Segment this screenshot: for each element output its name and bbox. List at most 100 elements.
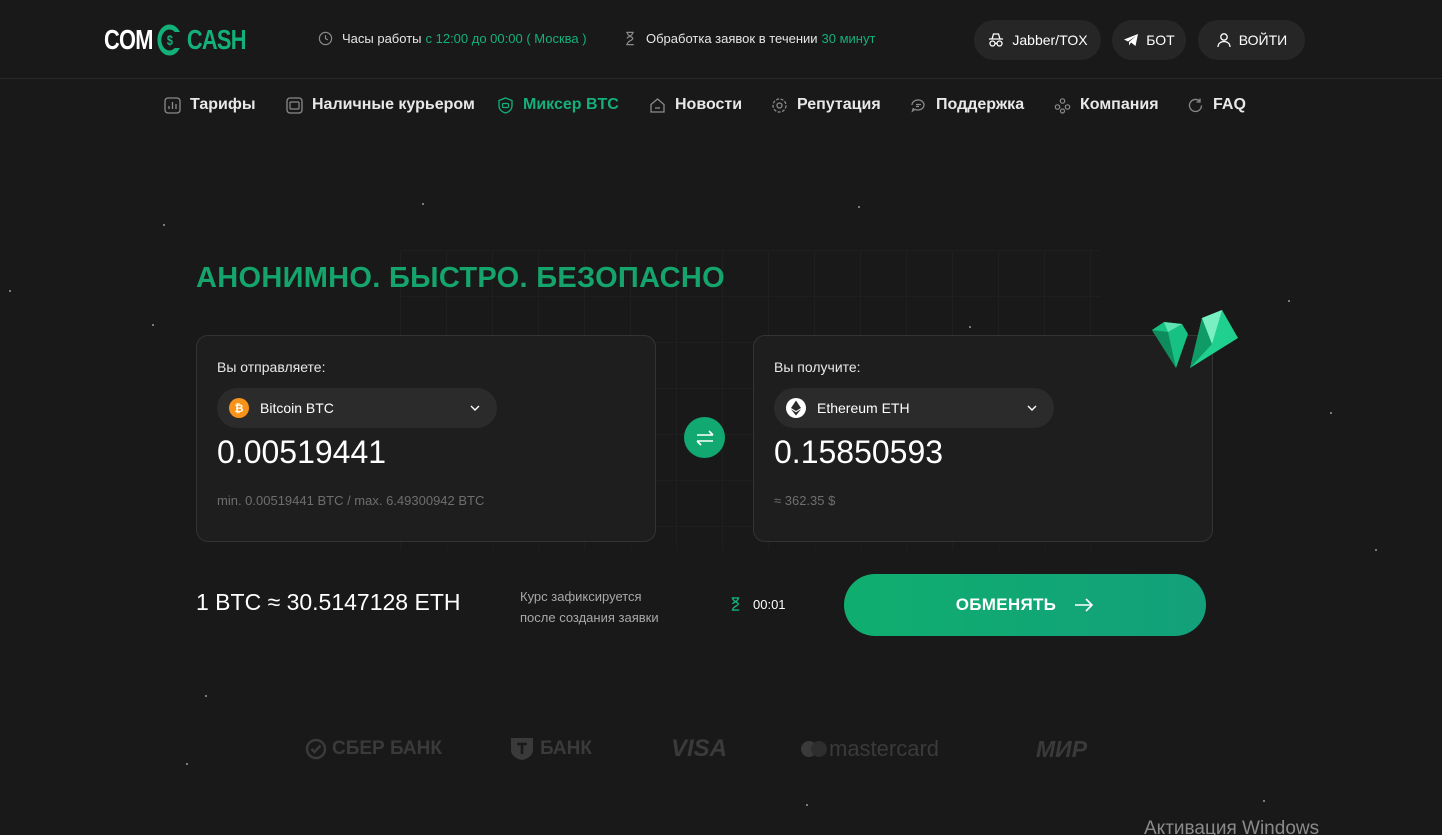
tbank-shield-icon xyxy=(511,738,533,760)
hourglass-icon xyxy=(731,597,740,611)
star-dot xyxy=(1375,549,1377,551)
send-card: Вы отправляете: ₿ Bitcoin BTC 0.00519441… xyxy=(196,335,656,542)
chevron-down-icon xyxy=(1027,405,1037,411)
nav-item-tariffs[interactable]: Тарифы xyxy=(164,94,256,116)
arrow-right-icon xyxy=(1075,598,1094,612)
nav-label: Репутация xyxy=(797,96,881,113)
mir-logo: МИР xyxy=(1036,734,1087,764)
svg-text:₿: ₿ xyxy=(235,403,244,414)
star-dot xyxy=(186,763,188,765)
brand-label: СБЕР БАНК xyxy=(332,738,442,759)
timer: 00:01 xyxy=(729,596,786,612)
nav-label: Наличные курьером xyxy=(312,96,475,113)
working-hours: Часы работы с 12:00 до 00:00 ( Москва ) xyxy=(318,31,587,46)
telegram-icon xyxy=(1124,34,1139,46)
jabber-button[interactable]: Jabber/TOX xyxy=(974,20,1101,60)
spy-icon xyxy=(989,33,1004,47)
visa-logo: VISA xyxy=(671,734,727,764)
clock-icon xyxy=(318,31,333,46)
logo-text-right: CASH xyxy=(186,24,247,55)
header: COM $ CASH Часы работы с 12:00 до 00:00 … xyxy=(0,0,1442,79)
nav-item-courier[interactable]: Наличные курьером xyxy=(286,94,475,116)
user-icon xyxy=(1217,33,1231,48)
send-amount-input[interactable]: 0.00519441 xyxy=(217,434,386,471)
login-button[interactable]: ВОЙТИ xyxy=(1198,20,1305,60)
coin-icon: $ xyxy=(157,24,184,56)
hero-headline: АНОНИМНО. БЫСТРО. БЕЗОПАСНО xyxy=(196,262,725,294)
star-dot xyxy=(152,324,154,326)
receive-amount: 0.15850593 xyxy=(774,434,944,470)
nav-label: Поддержка xyxy=(936,96,1025,113)
receive-currency-label: Ethereum ETH xyxy=(817,400,910,416)
star-dot xyxy=(1263,800,1265,802)
login-label: ВОЙТИ xyxy=(1238,32,1288,48)
send-label: Вы отправляете: xyxy=(217,359,326,375)
refresh-icon xyxy=(1188,98,1203,112)
star-dot xyxy=(1288,300,1290,302)
nav-item-news[interactable]: Новости xyxy=(649,94,742,116)
swap-button[interactable] xyxy=(684,417,725,458)
brand-label: mastercard xyxy=(829,736,940,761)
send-currency-label: Bitcoin BTC xyxy=(260,400,334,416)
timer-value: 00:01 xyxy=(753,596,786,612)
send-limits: min. 0.00519441 BTC / max. 6.49300942 BT… xyxy=(217,493,485,508)
processing-label: Обработка заявок в течении xyxy=(646,31,818,46)
bot-label: БОТ xyxy=(1146,32,1175,48)
nav-label: Компания xyxy=(1080,96,1159,113)
receive-usd: ≈ 362.35 $ xyxy=(774,493,836,508)
bot-button[interactable]: БОТ xyxy=(1112,20,1186,60)
nav-item-reputation[interactable]: Репутация xyxy=(771,94,881,116)
nav-label: Тарифы xyxy=(190,96,256,113)
people-icon xyxy=(1054,97,1071,114)
nav-item-company[interactable]: Компания xyxy=(1054,94,1159,116)
sberbank-logo: СБЕР БАНК xyxy=(305,734,442,764)
chevron-down-icon xyxy=(470,405,480,411)
logo-text-left: COM xyxy=(104,24,153,55)
star-dot xyxy=(422,203,424,205)
processing-value: 30 минут xyxy=(821,31,876,46)
chart-icon xyxy=(164,96,181,114)
nav-item-faq[interactable]: FAQ xyxy=(1187,94,1246,116)
swap-arrows-icon xyxy=(695,429,714,446)
hours-value: с 12:00 до 00:00 ( Москва ) xyxy=(425,31,587,46)
mastercard-circles-icon xyxy=(801,741,827,757)
star-dot xyxy=(1330,412,1332,414)
star-dot xyxy=(806,804,808,806)
ethereum-icon xyxy=(786,398,806,418)
rate-fix-line: после создания заявки xyxy=(520,610,659,625)
windows-activation-watermark: Активация Windows xyxy=(1144,818,1320,835)
jabber-label: Jabber/TOX xyxy=(1012,32,1088,48)
star-dot xyxy=(205,695,207,697)
exchange-rate: 1 BTC ≈ 30.5147128 ETH xyxy=(196,589,461,615)
receive-card: Вы получите: Ethereum ETH 0.15850593 ≈ 3… xyxy=(753,335,1213,542)
hourglass-icon xyxy=(626,31,634,46)
processing-time: Обработка заявок в течении 30 минут xyxy=(623,31,875,46)
chat-icon xyxy=(911,98,925,113)
rate-fix-line: Курс зафиксируется xyxy=(520,589,642,604)
svg-text:$: $ xyxy=(167,33,173,49)
nav-label: FAQ xyxy=(1213,96,1246,113)
star-dot xyxy=(163,224,165,226)
nav-label: Миксер BTC xyxy=(523,96,619,113)
brand-label: VISA xyxy=(671,735,728,762)
home-icon xyxy=(650,97,665,113)
exchange-button[interactable]: ОБМЕНЯТЬ xyxy=(844,574,1206,636)
shield-icon xyxy=(498,96,513,114)
receive-currency-select[interactable]: Ethereum ETH xyxy=(774,388,1054,428)
badge-icon xyxy=(772,97,787,113)
nav-label: Новости xyxy=(675,96,743,113)
send-currency-select[interactable]: ₿ Bitcoin BTC xyxy=(217,388,497,428)
hours-label: Часы работы xyxy=(342,31,422,46)
tbank-logo: БАНК xyxy=(509,734,592,764)
exchange-button-label: ОБМЕНЯТЬ xyxy=(955,595,1057,614)
logo[interactable]: COM $ CASH xyxy=(104,20,246,60)
cash-icon xyxy=(286,96,303,114)
nav-item-support[interactable]: Поддержка xyxy=(910,94,1024,116)
star-dot xyxy=(858,206,860,208)
nav-item-mixer[interactable]: Миксер BTC xyxy=(497,94,619,116)
mastercard-logo: mastercard xyxy=(800,734,939,764)
star-dot xyxy=(9,290,11,292)
bitcoin-icon: ₿ xyxy=(229,398,249,418)
brand-label: БАНК xyxy=(540,738,592,759)
emerald-gems-icon xyxy=(1152,310,1238,368)
